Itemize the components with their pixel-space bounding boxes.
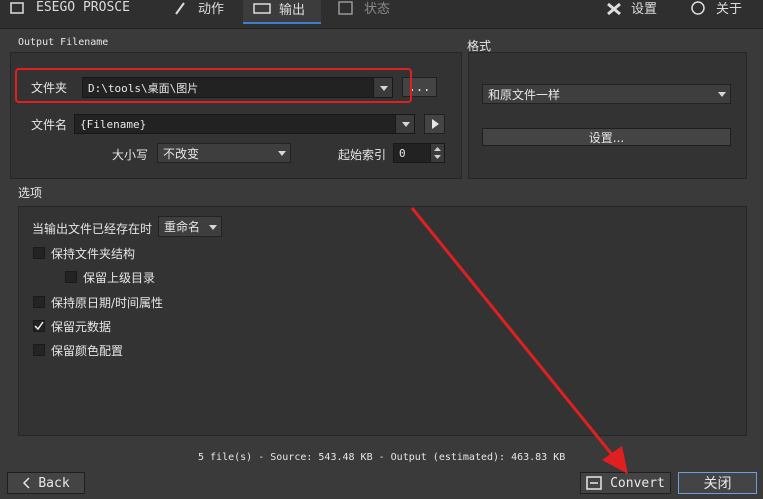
annotation-arrow [410,207,628,474]
